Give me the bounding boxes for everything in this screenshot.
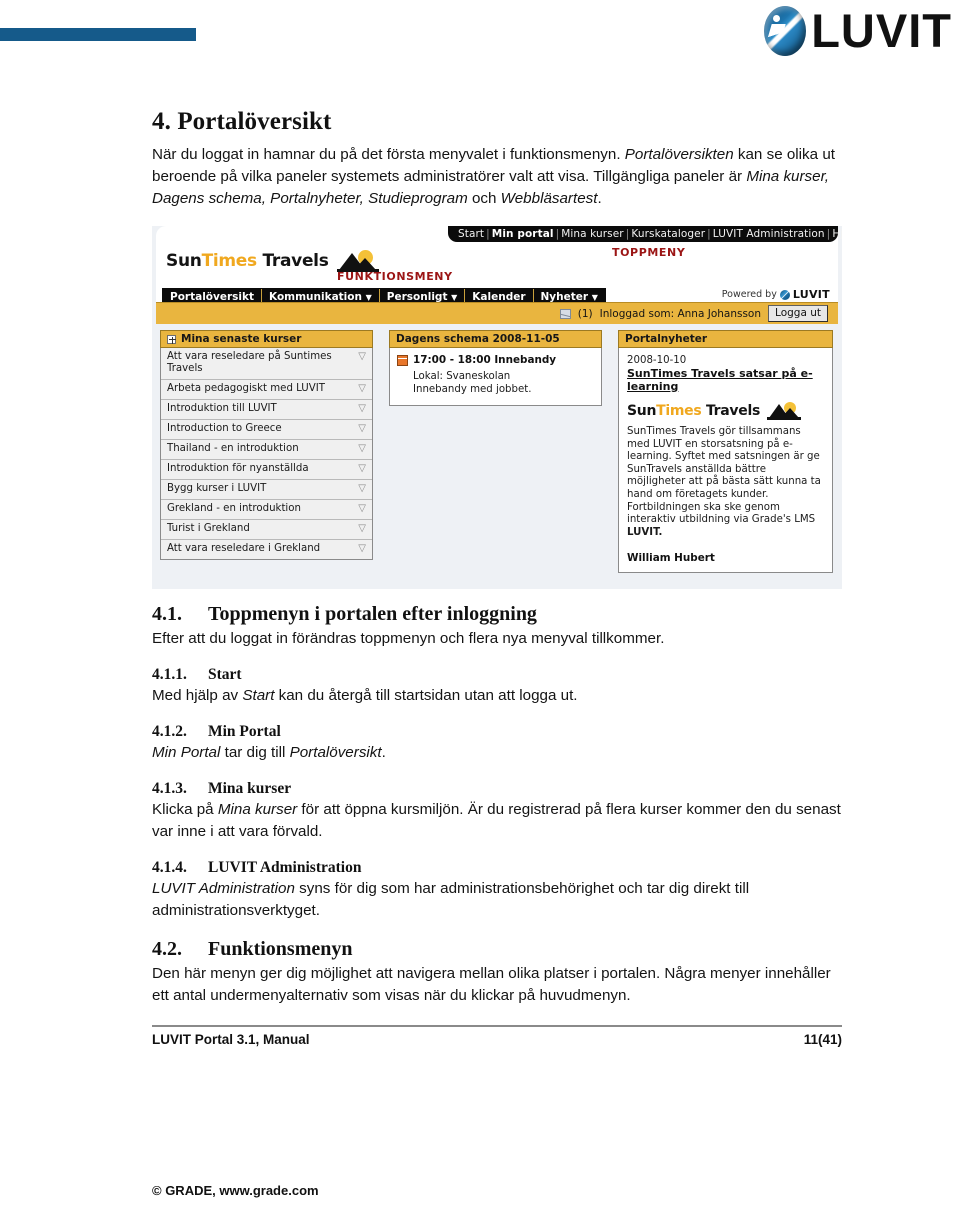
chevron-down-icon: ▼: [591, 293, 598, 302]
list-item[interactable]: Introduction to Greece ▽: [161, 420, 372, 440]
sun-mountain-icon: [336, 250, 379, 272]
chevron-down-icon[interactable]: ▽: [358, 351, 366, 362]
luvit-wordmark: LUVIT: [811, 4, 952, 57]
news-author: William Hubert: [627, 552, 715, 565]
list-item[interactable]: Bygg kurser i LUVIT ▽: [161, 480, 372, 500]
news-body: 2008-10-10 SunTimes Travels satsar på e-…: [618, 348, 833, 574]
logout-button[interactable]: Logga ut: [768, 305, 828, 322]
topmenu-item-kurskataloger[interactable]: Kurskataloger: [631, 228, 705, 240]
list-item[interactable]: Att vara reseledare på Suntimes Travels ▽: [161, 348, 372, 380]
list-item[interactable]: Grekland - en introduktion ▽: [161, 500, 372, 520]
chevron-down-icon: ▼: [451, 293, 458, 302]
logo-part-travels: Travels: [262, 251, 329, 271]
section-4-1-4-body: LUVIT Administration syns för dig som ha…: [152, 880, 750, 919]
calendar-icon: [397, 354, 408, 366]
chevron-down-icon[interactable]: ▽: [358, 383, 366, 394]
panel-courses-title: Mina senaste kurser: [181, 333, 302, 345]
section-4-1-4-heading: 4.1.4. LUVIT Administration: [152, 859, 362, 876]
annotation-funktionsmeny: FUNKTIONSMENY: [337, 270, 453, 283]
powered-by-luvit: Powered by LUVIT: [722, 288, 830, 301]
section-4-1-2-heading: 4.1.2. Min Portal: [152, 723, 281, 740]
schedule-event-title: 17:00 - 18:00 Innebandy: [413, 354, 557, 366]
logo-part-times: Times: [201, 251, 258, 271]
suntimes-travels-logo: SunTimes Travels: [166, 250, 379, 272]
footer-left: LUVIT Portal 3.1, Manual: [152, 1032, 310, 1047]
topmenu-item-mina-kurser[interactable]: Mina kurser: [561, 228, 623, 240]
list-item[interactable]: Thailand - en introduktion ▽: [161, 440, 372, 460]
panel-courses-header[interactable]: Mina senaste kurser: [160, 330, 373, 348]
chevron-down-icon[interactable]: ▽: [358, 543, 366, 554]
portal-screenshot: Start | Min portal | Mina kurser | Kurskatalog…: [152, 226, 842, 589]
logged-in-as: Inloggad som: Anna Johansson: [599, 307, 762, 320]
news-suntimes-logo: SunTimes Travels: [627, 402, 824, 420]
panel-portalnyheter: Portalnyheter 2008-10-10 SunTimes Travel…: [618, 330, 833, 574]
powered-by-label: Powered by: [721, 289, 777, 300]
topmenu-item-luvit-administration[interactable]: LUVIT Administration: [713, 228, 825, 240]
list-item[interactable]: Turist i Grekland ▽: [161, 520, 372, 540]
panel-news-header[interactable]: Portalnyheter: [618, 330, 833, 348]
panel-dagens-schema: Dagens schema 2008-11-05 17:00 - 18:00 I…: [389, 330, 602, 406]
chevron-down-icon[interactable]: ▽: [358, 523, 366, 534]
schedule-event-location: Lokal: Svaneskolan: [413, 371, 511, 382]
list-item[interactable]: Att vara reseledare i Grekland ▽: [161, 540, 372, 559]
news-headline-link[interactable]: SunTimes Travels satsar på e-learning: [627, 367, 824, 393]
list-item[interactable]: Introduktion till LUVIT ▽: [161, 400, 372, 420]
page-header: LUVIT: [0, 0, 960, 70]
topmenu-item-start[interactable]: Start: [458, 228, 484, 240]
schedule-event-details: Lokal: Svaneskolan Innebandy med jobbet.: [413, 371, 594, 396]
chevron-down-icon[interactable]: ▽: [358, 503, 366, 514]
page-footer: LUVIT Portal 3.1, Manual 11(41): [152, 1027, 842, 1047]
section-4-1-3-heading: 4.1.3. Mina kurser: [152, 780, 292, 797]
header-rule: [0, 28, 196, 41]
section-4-1-2-body: Min Portal tar dig till Portalöversikt.: [152, 744, 386, 761]
luvit-sphere-icon: [764, 6, 807, 56]
news-body-text: SunTimes Travels gör tillsammans med LUV…: [627, 426, 821, 538]
portal-panels: Mina senaste kurser Att vara reseledare …: [160, 330, 834, 583]
chevron-down-icon[interactable]: ▽: [358, 483, 366, 494]
chevron-down-icon[interactable]: ▽: [358, 403, 366, 414]
annotation-toppmeny: TOPPMENY: [612, 246, 686, 259]
logo-part-sun: Sun: [166, 251, 202, 271]
schedule-event[interactable]: 17:00 - 18:00 Innebandy: [397, 354, 594, 366]
section-4-heading: 4. Portalöversikt: [152, 108, 332, 135]
footer-page-number: 11(41): [803, 1032, 842, 1047]
panel-news-title: Portalnyheter: [625, 333, 708, 345]
section-4-1-3-body: Klicka på Mina kurser för att öppna kurs…: [152, 801, 841, 840]
topmenu-item-min-portal[interactable]: Min portal: [492, 228, 554, 240]
section-4-2-body: Den här menyn ger dig möjlighet att navi…: [152, 965, 831, 1004]
mail-count: (1): [577, 307, 593, 320]
panel-mina-senaste-kurser: Mina senaste kurser Att vara reseledare …: [160, 330, 373, 560]
section-4-1-1-heading: 4.1.1. Start: [152, 666, 242, 683]
chevron-down-icon[interactable]: ▽: [358, 463, 366, 474]
schedule-body: 17:00 - 18:00 Innebandy Lokal: Svaneskol…: [389, 348, 602, 406]
section-4-2-heading: 4.2. Funktionsmenyn: [152, 938, 353, 960]
list-item[interactable]: Introduktion för nyanställda ▽: [161, 460, 372, 480]
portal-loginbar: (1) Inloggad som: Anna Johansson Logga u…: [156, 302, 838, 324]
section-4-1-1-body: Med hjälp av Start kan du återgå till st…: [152, 687, 578, 704]
chevron-down-icon: ▼: [365, 293, 372, 302]
section-4-1-body: Efter att du loggat in förändras toppmen…: [152, 630, 665, 647]
portal-topmenu[interactable]: Start | Min portal | Mina kurser | Kurskatalog…: [448, 226, 842, 242]
luvit-small-sphere-icon: [779, 289, 790, 300]
news-date: 2008-10-10: [627, 355, 687, 366]
copyright-line: © GRADE, www.grade.com: [152, 1183, 319, 1198]
panel-schedule-title: Dagens schema 2008-11-05: [396, 333, 560, 345]
section-4-1-heading: 4.1. Toppmenyn i portalen efter inloggnin…: [152, 603, 537, 625]
document-body: 4. Portalöversikt När du loggat in hamna…: [152, 108, 842, 1047]
luvit-logo: LUVIT: [764, 6, 952, 56]
panel-schedule-header[interactable]: Dagens schema 2008-11-05: [389, 330, 602, 348]
topmenu-item-hjalp[interactable]: Hjälp: [832, 228, 842, 240]
course-list: Att vara reseledare på Suntimes Travels ▽…: [160, 348, 373, 560]
schedule-event-note: Innebandy med jobbet.: [413, 383, 532, 395]
expand-plus-icon[interactable]: [167, 334, 176, 344]
list-item[interactable]: Arbeta pedagogiskt med LUVIT ▽: [161, 380, 372, 400]
section-4-intro: När du loggat in hamnar du på det första…: [152, 146, 835, 207]
chevron-down-icon[interactable]: ▽: [358, 423, 366, 434]
powered-by-brand: LUVIT: [792, 288, 830, 301]
chevron-down-icon[interactable]: ▽: [358, 443, 366, 454]
mail-icon[interactable]: [559, 308, 571, 319]
sun-mountain-icon: [767, 402, 801, 420]
